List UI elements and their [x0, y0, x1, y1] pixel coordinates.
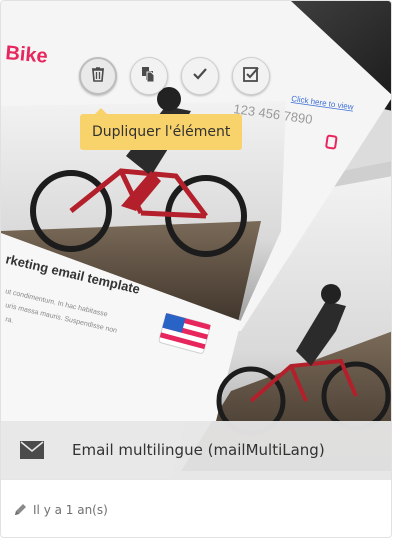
duplicate-button[interactable] — [130, 57, 168, 95]
last-modified-text: Il y a 1 an(s) — [33, 503, 108, 517]
checkbox-icon — [242, 65, 260, 88]
duplicate-tooltip: Dupliquer l'élément — [80, 108, 243, 150]
trash-icon — [89, 65, 107, 88]
template-thumbnail[interactable]: Bike 123 456 7890 Click here to view rke… — [1, 1, 391, 479]
select-button[interactable] — [232, 57, 270, 95]
duplicate-icon — [140, 65, 158, 88]
pencil-icon — [13, 503, 27, 517]
card-quick-actions — [79, 57, 270, 95]
thumbnail-heading: Bike — [5, 42, 49, 68]
checkmark-icon — [191, 65, 209, 88]
card-footer: Il y a 1 an(s) — [1, 479, 391, 537]
card-title-bar: Email multilingue (mailMultiLang) — [1, 421, 391, 479]
approve-button[interactable] — [181, 57, 219, 95]
delete-button[interactable] — [79, 57, 117, 95]
card-title: Email multilingue (mailMultiLang) — [72, 441, 325, 459]
template-card[interactable]: Bike 123 456 7890 Click here to view rke… — [0, 0, 392, 538]
email-icon — [20, 441, 44, 459]
